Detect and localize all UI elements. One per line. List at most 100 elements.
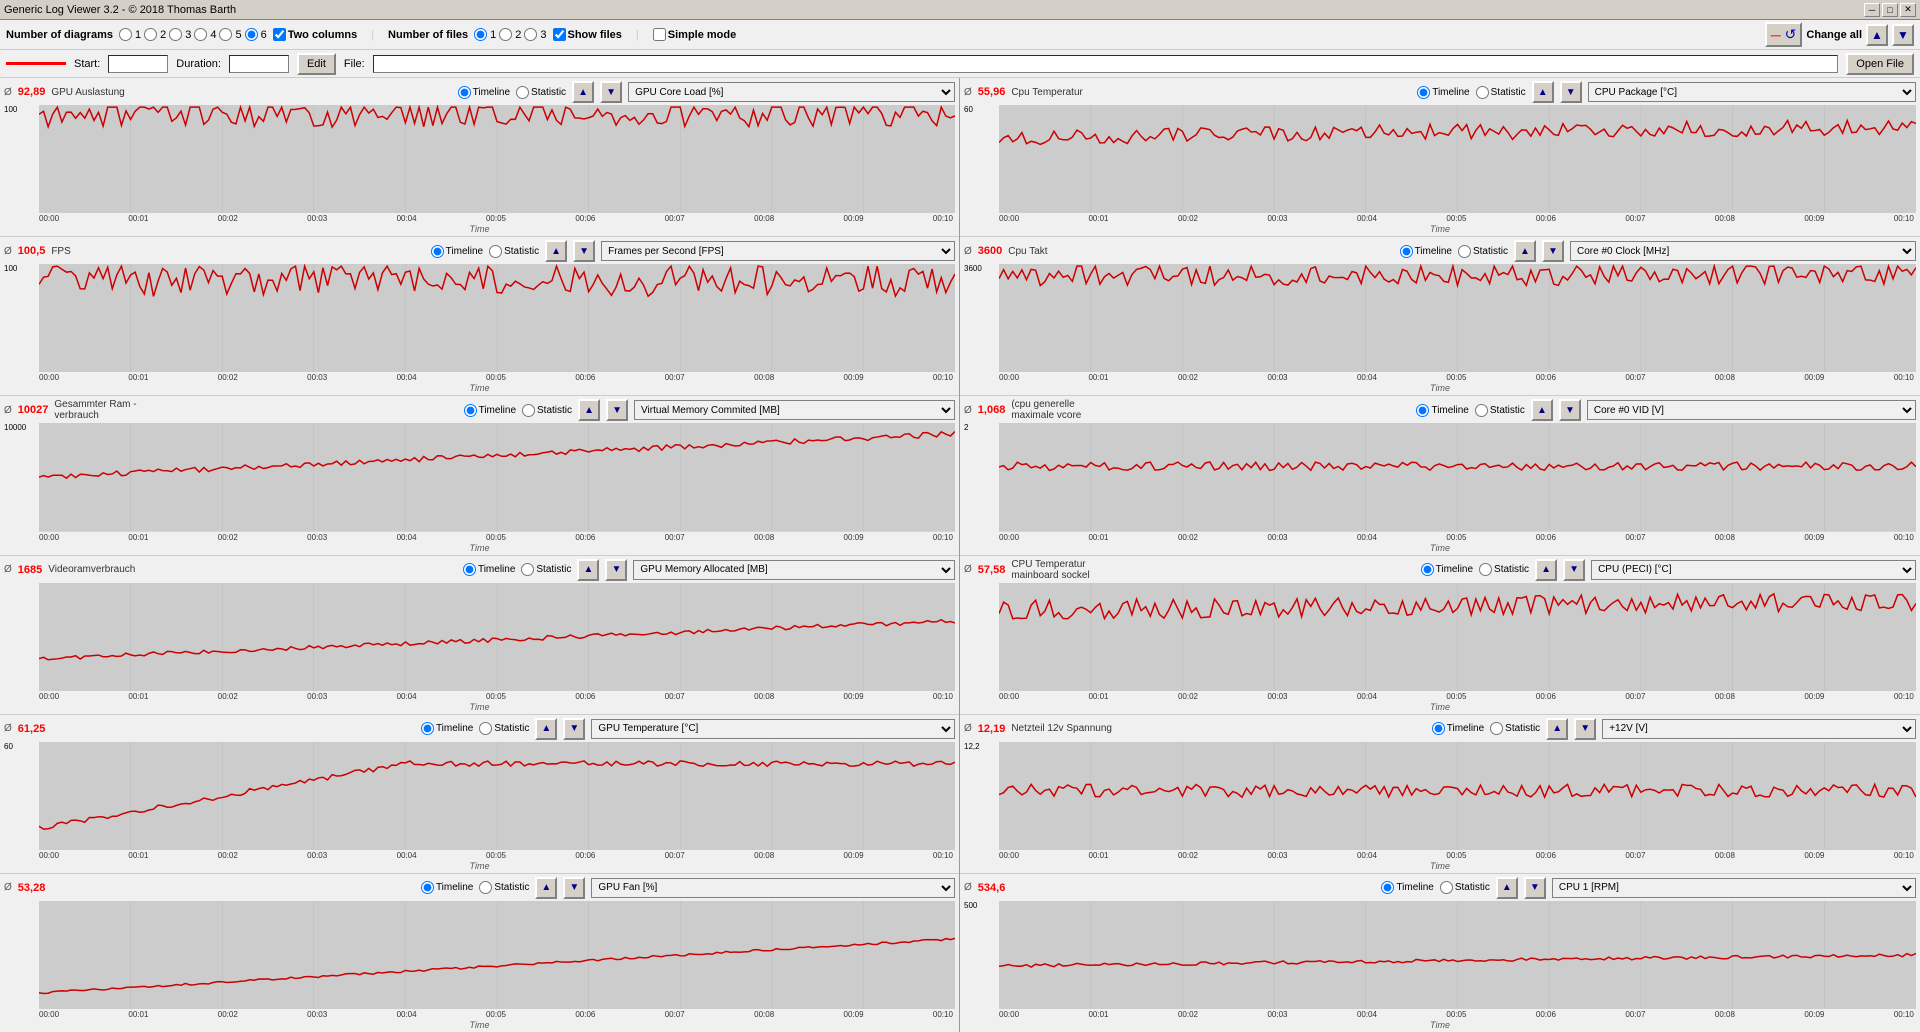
x-label: 00:06 [575, 214, 595, 223]
up-button-cpu-vcore[interactable]: ▲ [1531, 399, 1553, 421]
files-radio-2[interactable] [499, 28, 512, 41]
timeline-radio-12v[interactable] [1432, 722, 1445, 735]
dropdown-cpu-fan[interactable]: CPU 1 [RPM] [1552, 878, 1916, 898]
radio-1[interactable] [119, 28, 132, 41]
dropdown-cpu-temp[interactable]: CPU Package [°C] [1588, 82, 1916, 102]
show-files-checkbox[interactable] [553, 28, 566, 41]
maximize-button[interactable]: □ [1882, 3, 1898, 17]
up-button-vram[interactable]: ▲ [577, 559, 599, 581]
dropdown-cpu-clock[interactable]: Core #0 Clock [MHz] [1570, 241, 1916, 261]
change-all-down-button[interactable]: ▼ [1892, 24, 1914, 46]
timeline-radio-gpu-load[interactable] [458, 86, 471, 99]
down-button-12v[interactable]: ▼ [1574, 718, 1596, 740]
down-button-gpu-fan[interactable]: ▼ [563, 877, 585, 899]
down-button-cpu-fan[interactable]: ▼ [1524, 877, 1546, 899]
dropdown-fps[interactable]: Frames per Second [FPS] [601, 241, 955, 261]
up-button-cpu-clock[interactable]: ▲ [1514, 240, 1536, 262]
duration-input[interactable]: 00:10:14 [229, 55, 289, 73]
avg-symbol: Ø [4, 87, 12, 98]
timeline-radio-vram[interactable] [463, 563, 476, 576]
statistic-radio-gpu-load[interactable] [516, 86, 529, 99]
x-label: 00:04 [397, 851, 417, 860]
up-button-cpu-peci[interactable]: ▲ [1535, 559, 1557, 581]
timeline-radio-cpu-vcore[interactable] [1416, 404, 1429, 417]
statistic-radio-gpu-fan[interactable] [479, 881, 492, 894]
statistic-radio-label-cpu-clock: Statistic [1458, 245, 1508, 258]
radio-6[interactable] [245, 28, 258, 41]
statistic-radio-text-cpu-fan: Statistic [1455, 882, 1490, 893]
dropdown-gpu-temp[interactable]: GPU Temperature [°C] [591, 719, 955, 739]
radio-4[interactable] [194, 28, 207, 41]
x-label: 00:00 [39, 214, 59, 223]
timeline-radio-ram[interactable] [464, 404, 477, 417]
x-label: 00:05 [486, 1010, 506, 1019]
x-axis-label-cpu-clock: Time [964, 383, 1916, 393]
down-button-gpu-load[interactable]: ▼ [600, 81, 622, 103]
dropdown-vram[interactable]: GPU Memory Allocated [MB] [633, 560, 955, 580]
down-button-cpu-temp[interactable]: ▼ [1560, 81, 1582, 103]
statistic-radio-label-gpu-load: Statistic [516, 86, 566, 99]
up-button-12v[interactable]: ▲ [1546, 718, 1568, 740]
statistic-radio-vram[interactable] [521, 563, 534, 576]
timeline-radio-cpu-temp[interactable] [1417, 86, 1430, 99]
down-button-cpu-peci[interactable]: ▼ [1563, 559, 1585, 581]
radio-3[interactable] [169, 28, 182, 41]
edit-button[interactable]: Edit [297, 53, 336, 75]
statistic-radio-cpu-vcore[interactable] [1475, 404, 1488, 417]
x-label: 00:06 [575, 1010, 595, 1019]
up-button-gpu-load[interactable]: ▲ [572, 81, 594, 103]
dropdown-cpu-vcore[interactable]: Core #0 VID [V] [1587, 400, 1916, 420]
dropdown-gpu-load[interactable]: GPU Core Load [%] [628, 82, 955, 102]
timeline-radio-cpu-fan[interactable] [1381, 881, 1394, 894]
diagram-header-cpu-vcore: Ø1,068(cpu generelle maximale vcoreTimel… [964, 399, 1916, 421]
down-button-fps[interactable]: ▼ [573, 240, 595, 262]
up-button-cpu-temp[interactable]: ▲ [1532, 81, 1554, 103]
down-button-cpu-clock[interactable]: ▼ [1542, 240, 1564, 262]
minimize-button[interactable]: ─ [1864, 3, 1880, 17]
timeline-radio-gpu-temp[interactable] [421, 722, 434, 735]
close-button[interactable]: ✕ [1900, 3, 1916, 17]
files-radio-1[interactable] [474, 28, 487, 41]
down-button-gpu-temp[interactable]: ▼ [563, 718, 585, 740]
files-radio-3[interactable] [524, 28, 537, 41]
up-button-ram[interactable]: ▲ [578, 399, 600, 421]
dropdown-12v[interactable]: +12V [V] [1602, 719, 1916, 739]
up-button-cpu-fan[interactable]: ▲ [1496, 877, 1518, 899]
timeline-radio-cpu-clock[interactable] [1400, 245, 1413, 258]
dropdown-cpu-peci[interactable]: CPU (PECI) [°C] [1591, 560, 1916, 580]
down-button-vram[interactable]: ▼ [605, 559, 627, 581]
up-button-gpu-fan[interactable]: ▲ [535, 877, 557, 899]
statistic-radio-gpu-temp[interactable] [479, 722, 492, 735]
down-button-cpu-vcore[interactable]: ▼ [1559, 399, 1581, 421]
chart-wrap-ram: 10000 [4, 423, 955, 531]
timeline-radio-fps[interactable] [431, 245, 444, 258]
statistic-radio-cpu-temp[interactable] [1476, 86, 1489, 99]
timeline-radio-gpu-fan[interactable] [421, 881, 434, 894]
radio-5[interactable] [219, 28, 232, 41]
dropdown-ram[interactable]: Virtual Memory Commited [MB] [634, 400, 955, 420]
open-file-button[interactable]: Open File [1846, 53, 1914, 75]
statistic-radio-cpu-clock[interactable] [1458, 245, 1471, 258]
x-label: 00:09 [1804, 851, 1824, 860]
two-columns-checkbox[interactable] [273, 28, 286, 41]
up-button-fps[interactable]: ▲ [545, 240, 567, 262]
red-arrows-control[interactable]: ─ ↺ [1765, 22, 1803, 47]
x-label: 00:09 [1804, 214, 1824, 223]
change-all-up-button[interactable]: ▲ [1866, 24, 1888, 46]
statistic-radio-fps[interactable] [489, 245, 502, 258]
dropdown-gpu-fan[interactable]: GPU Fan [%] [591, 878, 955, 898]
simple-mode-checkbox[interactable] [653, 28, 666, 41]
statistic-radio-cpu-fan[interactable] [1440, 881, 1453, 894]
up-button-gpu-temp[interactable]: ▲ [535, 718, 557, 740]
file-path-input[interactable]: C:\Program Files\HWiNFO64\pcars test 3.6… [373, 55, 1839, 73]
radio-2[interactable] [144, 28, 157, 41]
diagram-label-12v: Netzteil 12v Spannung [1011, 723, 1112, 734]
x-label: 00:00 [39, 1010, 59, 1019]
x-label: 00:04 [1357, 1010, 1377, 1019]
statistic-radio-cpu-peci[interactable] [1479, 563, 1492, 576]
statistic-radio-ram[interactable] [522, 404, 535, 417]
down-button-ram[interactable]: ▼ [606, 399, 628, 421]
start-input[interactable]: 00:03:38 [108, 55, 168, 73]
timeline-radio-cpu-peci[interactable] [1421, 563, 1434, 576]
statistic-radio-12v[interactable] [1490, 722, 1503, 735]
